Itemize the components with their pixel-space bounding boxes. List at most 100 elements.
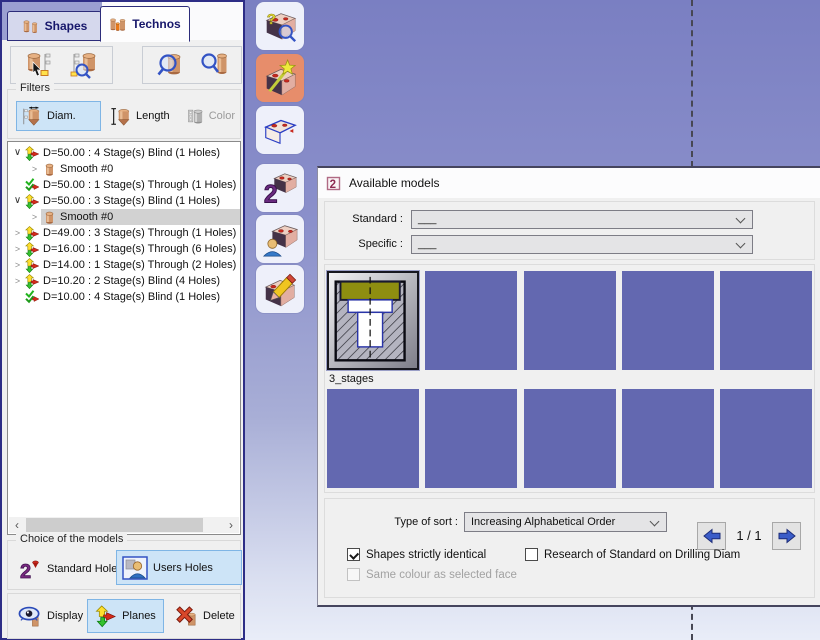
delete-x-icon [174,604,199,629]
tree-item[interactable]: > Smooth #0 [8,209,240,225]
face-holes-block-icon [261,111,299,149]
side-toolbar-button[interactable] [256,106,304,154]
model-cell[interactable] [622,271,714,370]
model-cell[interactable] [425,389,517,488]
tree-item[interactable]: > Smooth #0 [8,161,240,177]
filter-button-color[interactable]: Color [182,101,240,131]
model-cell[interactable] [720,389,812,488]
side-toolbar-button[interactable] [256,265,304,313]
side-toolbar-button[interactable]: ? [256,2,304,50]
side-toolbar-button[interactable] [256,54,304,102]
next-page-button[interactable] [772,522,801,550]
scroll-left-icon[interactable]: ‹ [9,517,25,533]
tree-horizontal-scrollbar[interactable]: ‹ › [9,517,239,533]
model-name-label: 3_stages [329,373,374,385]
hole-tree-rows: ∨ D=50.00 : 4 Stage(s) Blind (1 Holes)> … [8,145,240,305]
tree-expander-closed-icon[interactable]: > [11,241,24,257]
holes-side-panel: Shapes Technos [0,0,245,640]
action-button-delete[interactable]: Delete [169,599,240,633]
tree-expander-closed-icon[interactable]: > [28,161,41,177]
tree-item[interactable]: ∨ D=50.00 : 3 Stage(s) Blind (1 Holes) [8,193,240,209]
zoom-hole-alt-icon[interactable] [196,49,232,81]
filter-button-length[interactable]: Length [105,101,179,131]
chevron-down-icon [650,517,660,527]
previous-page-button[interactable] [697,522,726,550]
specific-field-label: Specific : [325,238,411,250]
arrow-left-icon [702,528,722,544]
model-cell[interactable] [425,271,517,370]
checkbox-label: Research of Standard on Drilling Diam [544,549,740,561]
scroll-right-icon[interactable]: › [223,517,239,533]
tree-item[interactable]: > D=49.00 : 3 Stage(s) Through (1 Holes) [8,225,240,241]
tab-technos[interactable]: Technos [100,6,190,42]
tree-item[interactable]: D=50.00 : 1 Stage(s) Through (1 Holes) [8,177,240,193]
tree-expander-closed-icon[interactable]: > [11,225,24,241]
tab-shapes[interactable]: Shapes [7,11,102,41]
action-button-planes[interactable]: Planes [87,599,164,633]
tree-item-label: D=49.00 : 3 Stage(s) Through (1 Holes) [43,227,240,239]
tree-item[interactable]: ∨ D=50.00 : 4 Stage(s) Blind (1 Holes) [8,145,240,161]
standard-field-label: Standard : [325,213,411,225]
cylinder-icon [42,210,57,225]
checkbox-label: Same colour as selected face [366,569,517,581]
side-toolbar-button[interactable] [256,215,304,263]
display-eye-icon [18,604,43,629]
filter-diameter-label: Diam. [47,110,76,122]
filter-button-diameter[interactable]: Diam. [16,101,101,131]
specific-dropdown[interactable]: ___ [411,235,753,254]
hole-yellow-icon [25,226,40,241]
tab-technos-label: Technos [132,17,180,31]
models-grid: 3_stages [324,264,815,493]
model-cell[interactable] [327,389,419,488]
tree-item[interactable]: > D=14.00 : 1 Stage(s) Through (2 Holes) [8,257,240,273]
model-cell[interactable] [327,271,419,370]
model-cell[interactable] [524,271,616,370]
tree-expander-closed-icon[interactable]: > [11,257,24,273]
action-button-display[interactable]: Display [13,599,88,633]
svg-text:2: 2 [20,561,31,581]
pick-hole-icon[interactable] [21,49,57,81]
model-cell[interactable] [524,389,616,488]
planes-label: Planes [122,610,156,622]
planes-arrows-icon [95,605,118,628]
tree-expander-closed-icon[interactable]: > [28,209,41,225]
tree-item-label: D=10.20 : 2 Stage(s) Blind (4 Holes) [43,275,224,287]
sort-dropdown[interactable]: Increasing Alphabetical Order [464,512,667,532]
choice-of-models-group: Choice of the models 2 Standard Holes Us… [7,540,241,590]
sort-dropdown-value: Increasing Alphabetical Order [471,516,615,528]
choice-button-standard-holes[interactable]: 2 Standard Holes [12,553,129,585]
dialog-checkbox[interactable]: Research of Standard on Drilling Diam [525,548,740,561]
tree-item-label: D=14.00 : 1 Stage(s) Through (2 Holes) [43,259,240,271]
side-toolbar-button[interactable]: 2 [256,164,304,212]
tree-expander-open-icon[interactable]: ∨ [11,193,24,209]
checkbox-box[interactable] [347,568,360,581]
choice-button-users-holes[interactable]: Users Holes [116,550,242,585]
checkbox-box[interactable] [347,548,360,561]
dialog-checkbox[interactable]: Shapes strictly identical [347,548,486,561]
user-holes-block-icon [261,220,299,258]
model-cell[interactable] [720,271,812,370]
shapes-cylinders-icon [22,19,40,34]
zoom-hole-icon[interactable] [152,49,188,81]
tree-expander-open-icon[interactable]: ∨ [11,145,24,161]
hole-green-icon [25,290,40,305]
dialog-checkbox[interactable]: Same colour as selected face [347,568,517,581]
tree-item[interactable]: > D=10.20 : 2 Stage(s) Blind (4 Holes) [8,273,240,289]
model-thumbnail-3-stages [329,273,417,368]
tree-expander-closed-icon[interactable]: > [11,273,24,289]
filter-color-label: Color [209,110,235,122]
actions-group: Display Planes Delete [7,593,241,639]
model-cell[interactable] [622,389,714,488]
tree-item-label: D=50.00 : 1 Stage(s) Through (1 Holes) [43,179,240,191]
svg-text:2: 2 [264,181,278,207]
tree-item[interactable]: > D=16.00 : 1 Stage(s) Through (6 Holes) [8,241,240,257]
scrollbar-thumb[interactable] [26,518,203,532]
tree-item[interactable]: D=10.00 : 4 Stage(s) Blind (1 Holes) [8,289,240,305]
checkbox-box[interactable] [525,548,538,561]
standard-holes-label: Standard Holes [47,563,123,575]
standards-group: Standard : ___ Specific : ___ [324,201,815,260]
holes-tree: ∨ D=50.00 : 4 Stage(s) Blind (1 Holes)> … [7,141,241,535]
standard-dropdown[interactable]: ___ [411,210,753,229]
tree-item-label: D=50.00 : 4 Stage(s) Blind (1 Holes) [43,147,224,159]
search-hole-tree-icon[interactable] [66,49,102,81]
